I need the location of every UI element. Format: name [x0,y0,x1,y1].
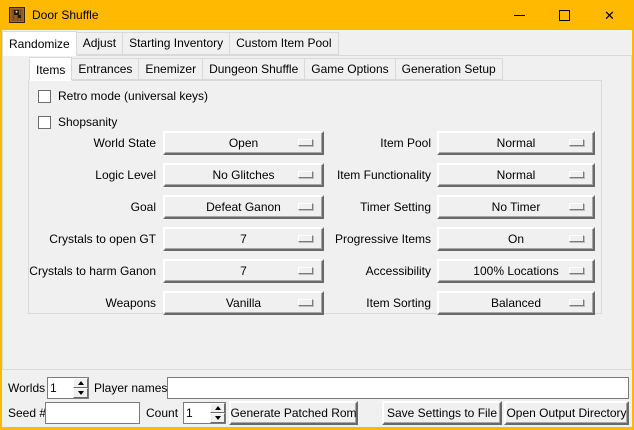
retro-mode-label: Retro mode (universal keys) [58,89,208,103]
dropdown-indicator-icon [569,139,584,146]
seed-label: Seed # [8,402,46,424]
items-tab-pane: Retro mode (universal keys) Shopsanity W… [28,80,602,314]
dropdown-indicator-icon [569,235,584,242]
minimize-button[interactable] [497,0,542,30]
crystals-harm-ganon-label: Crystals to harm Ganon [29,259,156,283]
worlds-label: Worlds [8,377,45,399]
tab-custom-item-pool[interactable]: Custom Item Pool [229,32,338,55]
shopsanity-checkbox[interactable]: Shopsanity [38,114,117,130]
spin-down-button[interactable] [73,388,88,398]
spin-up-button[interactable] [73,378,88,388]
subtab-entrances[interactable]: Entrances [71,58,139,80]
accessibility-label: Accessibility [366,259,431,283]
dropdown-indicator-icon [569,267,584,274]
world-state-label: World State [94,131,156,155]
close-button[interactable]: ✕ [587,0,632,30]
main-tab-bar: Randomize Adjust Starting Inventory Cust… [2,32,338,55]
close-icon: ✕ [604,9,615,22]
timer-setting-label: Timer Setting [360,195,431,219]
weapons-label: Weapons [106,291,156,315]
seed-input[interactable] [45,402,140,424]
app-window: Door Shuffle ✕ Randomize Adjust Starting… [0,0,634,430]
progressive-items-dropdown[interactable]: On [437,227,595,251]
maximize-icon [559,10,570,21]
crystals-harm-ganon-dropdown[interactable]: 7 [163,259,324,283]
checkbox-box[interactable] [38,90,51,103]
spin-up-button[interactable] [210,403,225,413]
item-sorting-label: Item Sorting [366,291,431,315]
minimize-icon [514,15,525,16]
count-input[interactable] [184,403,210,423]
dropdown-indicator-icon [298,267,313,274]
settings-tab-bar: Items Entrances Enemizer Dungeon Shuffle… [29,58,502,80]
app-door-icon [9,7,25,23]
item-functionality-label: Item Functionality [337,163,431,187]
logic-level-dropdown[interactable]: No Glitches [163,163,324,187]
accessibility-dropdown[interactable]: 100% Locations [437,259,595,283]
generate-patched-rom-button[interactable]: Generate Patched Rom [229,401,358,425]
bottom-control-bar: Worlds Player names Seed # Count Generat… [2,370,632,427]
item-pool-label: Item Pool [380,131,431,155]
player-names-label: Player names [94,377,167,399]
randomize-tab-pane: Items Entrances Enemizer Dungeon Shuffle… [2,55,632,370]
item-sorting-dropdown[interactable]: Balanced [437,291,595,315]
tab-adjust[interactable]: Adjust [76,32,123,55]
maximize-button[interactable] [542,0,587,30]
triangle-up-icon [215,406,221,410]
item-pool-dropdown[interactable]: Normal [437,131,595,155]
count-spinner[interactable] [183,402,226,424]
weapons-dropdown[interactable]: Vanilla [163,291,324,315]
triangle-down-icon [215,416,221,420]
dropdown-indicator-icon [298,139,313,146]
dropdown-indicator-icon [569,299,584,306]
window-title: Door Shuffle [32,8,99,22]
progressive-items-label: Progressive Items [335,227,431,251]
title-bar: Door Shuffle ✕ [2,0,632,30]
dropdown-indicator-icon [569,171,584,178]
worlds-spinner[interactable] [47,377,89,399]
subtab-items[interactable]: Items [29,57,72,81]
worlds-input[interactable] [48,378,73,398]
logic-level-label: Logic Level [95,163,156,187]
subtab-enemizer[interactable]: Enemizer [138,58,203,80]
open-output-directory-button[interactable]: Open Output Directory [504,401,629,425]
count-spinner-arrows [210,403,225,423]
spin-down-button[interactable] [210,413,225,423]
player-names-input[interactable] [167,377,629,399]
tab-starting-inventory[interactable]: Starting Inventory [122,32,230,55]
tab-randomize[interactable]: Randomize [2,31,77,56]
dropdown-indicator-icon [298,203,313,210]
crystals-open-gt-label: Crystals to open GT [49,227,156,251]
crystals-open-gt-dropdown[interactable]: 7 [163,227,324,251]
dropdown-indicator-icon [298,235,313,242]
dropdown-indicator-icon [569,203,584,210]
dropdown-indicator-icon [298,299,313,306]
window-controls: ✕ [497,0,632,30]
subtab-game-options[interactable]: Game Options [304,58,395,80]
timer-setting-dropdown[interactable]: No Timer [437,195,595,219]
world-state-dropdown[interactable]: Open [163,131,324,155]
retro-mode-checkbox[interactable]: Retro mode (universal keys) [38,88,208,104]
dropdown-indicator-icon [298,171,313,178]
subtab-dungeon-shuffle[interactable]: Dungeon Shuffle [202,58,305,80]
checkbox-box[interactable] [38,116,51,129]
goal-label: Goal [131,195,156,219]
shopsanity-label: Shopsanity [58,115,117,129]
item-functionality-dropdown[interactable]: Normal [437,163,595,187]
goal-dropdown[interactable]: Defeat Ganon [163,195,324,219]
save-settings-button[interactable]: Save Settings to File [382,401,502,425]
triangle-up-icon [78,381,84,385]
count-label: Count [146,402,178,424]
subtab-generation-setup[interactable]: Generation Setup [395,58,503,80]
triangle-down-icon [78,391,84,395]
worlds-spinner-arrows [73,378,88,398]
